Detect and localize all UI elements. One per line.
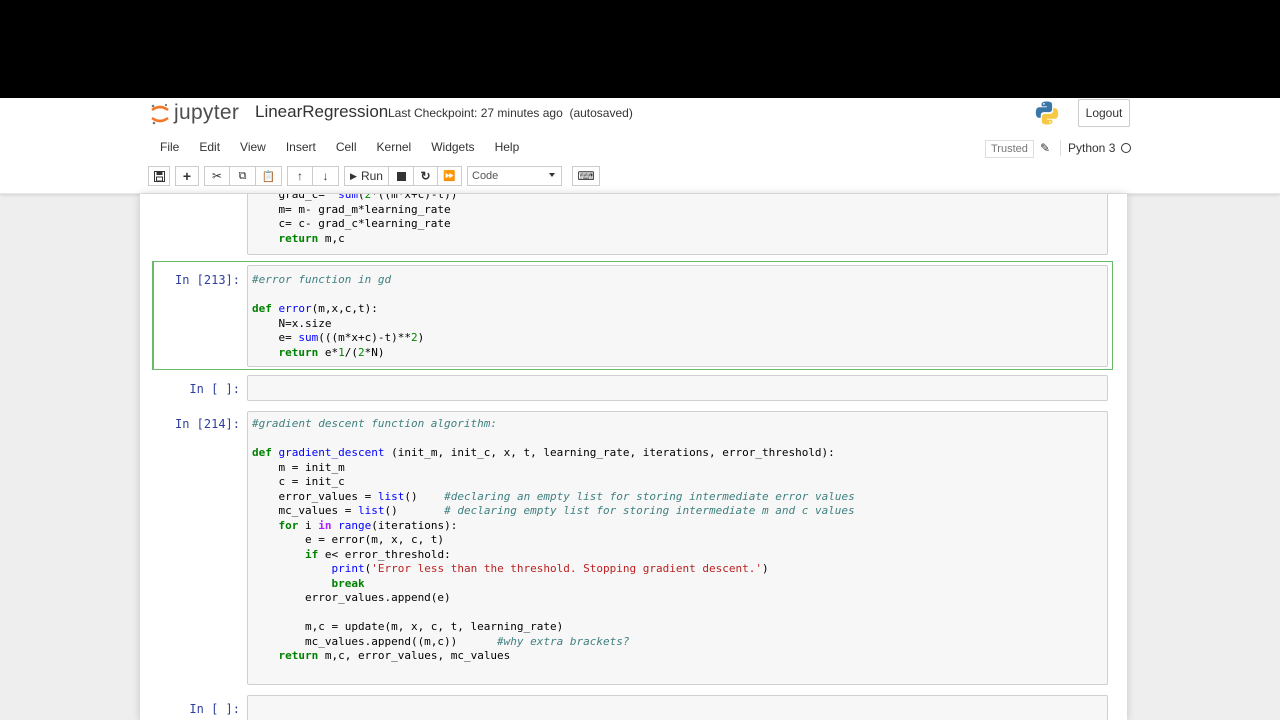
move-up-button[interactable]: ↑ bbox=[287, 166, 313, 186]
code-line: break bbox=[331, 576, 365, 590]
cell-prompt: In [ ]: bbox=[189, 382, 240, 396]
logout-button[interactable]: Logout bbox=[1078, 99, 1130, 127]
kernel-indicator[interactable]: Python 3 bbox=[1060, 140, 1132, 156]
code-line: m= m- grad_m*learning_rate bbox=[252, 202, 451, 216]
cut-button[interactable]: ✂ bbox=[204, 166, 230, 186]
copy-button[interactable]: ⧉ bbox=[230, 166, 256, 186]
cell-input[interactable] bbox=[247, 375, 1108, 401]
code-line bbox=[248, 432, 1107, 447]
checkpoint-status: Last Checkpoint: 27 minutes ago (autosav… bbox=[388, 106, 633, 120]
code-line: print('Error less than the threshold. St… bbox=[331, 562, 769, 575]
cell-input[interactable]: #gradient descent function algorithm: de… bbox=[247, 411, 1108, 685]
arrow-up-icon: ↑ bbox=[297, 169, 303, 183]
code-line: for i in range(iterations): bbox=[278, 518, 458, 532]
code-line: mc_values.append((m,c)) #why extra brack… bbox=[252, 634, 630, 648]
cell-input[interactable]: #error function in gd def error(m,x,c,t)… bbox=[247, 265, 1108, 367]
paste-button[interactable]: 📋 bbox=[256, 166, 282, 186]
python-logo-icon bbox=[1034, 100, 1060, 126]
notebook-container: grad_c= sum(2*((m*x+c)-t)) m= m- grad_m*… bbox=[140, 194, 1127, 720]
code-line: mc_values = list() # declaring empty lis… bbox=[252, 504, 855, 517]
menu-kernel[interactable]: Kernel bbox=[367, 137, 422, 159]
cell-input[interactable] bbox=[247, 695, 1108, 720]
code-line: return e*1/(2*N) bbox=[278, 345, 385, 359]
restart-button[interactable]: ↻ bbox=[414, 166, 438, 186]
stop-icon bbox=[396, 171, 406, 181]
code-line: #error function in gd bbox=[252, 273, 392, 286]
checkpoint-text: Last Checkpoint: 27 minutes ago bbox=[388, 106, 563, 120]
cell-type-select[interactable]: Code bbox=[467, 166, 562, 186]
restart-run-all-button[interactable]: ⏩ bbox=[438, 166, 462, 186]
code-line bbox=[248, 606, 1107, 621]
code-line: e= sum(((m*x+c)-t)**2) bbox=[252, 331, 425, 344]
code-line: #gradient descent function algorithm: bbox=[252, 417, 498, 430]
notebook-name[interactable]: LinearRegression bbox=[255, 102, 388, 122]
menu-widgets[interactable]: Widgets bbox=[421, 137, 484, 159]
fast-forward-icon: ⏩ bbox=[443, 170, 456, 182]
chevron-down-icon bbox=[549, 173, 555, 177]
code-line: if e< error_threshold: bbox=[304, 547, 451, 561]
plus-icon: + bbox=[182, 168, 192, 184]
command-palette-button[interactable]: ⌨ bbox=[572, 166, 600, 186]
menu-file[interactable]: File bbox=[150, 137, 189, 159]
keyboard-icon: ⌨ bbox=[577, 169, 595, 183]
code-line: N=x.size bbox=[252, 316, 332, 330]
code-line: c= c- grad_c*learning_rate bbox=[252, 217, 451, 230]
cell-prompt: In [ ]: bbox=[189, 702, 240, 716]
trusted-indicator[interactable]: Trusted bbox=[985, 140, 1034, 158]
copy-icon: ⧉ bbox=[238, 169, 247, 182]
code-line: error_values.append(e) bbox=[252, 591, 451, 604]
code-line: return m,c bbox=[278, 231, 345, 245]
pencil-icon[interactable]: ✎ bbox=[1040, 141, 1050, 155]
code-line: c = init_c bbox=[252, 475, 345, 488]
code-line: def error(m,x,c,t): bbox=[252, 302, 378, 315]
kernel-name: Python 3 bbox=[1068, 141, 1116, 155]
menubar: File Edit View Insert Cell Kernel Widget… bbox=[150, 137, 529, 159]
menu-insert[interactable]: Insert bbox=[276, 137, 326, 159]
cut-icon: ✂ bbox=[211, 169, 223, 183]
menu-view[interactable]: View bbox=[230, 137, 276, 159]
arrow-down-icon: ↓ bbox=[322, 169, 329, 183]
code-line: e = error(m, x, c, t) bbox=[252, 533, 445, 546]
restart-icon: ↻ bbox=[420, 169, 431, 183]
kernel-idle-icon bbox=[1121, 143, 1132, 153]
code-line bbox=[248, 288, 1107, 303]
logo-text: jupyter bbox=[174, 101, 240, 124]
interrupt-button[interactable] bbox=[389, 166, 414, 186]
paste-icon: 📋 bbox=[261, 170, 276, 183]
cell-prompt: In [213]: bbox=[174, 273, 240, 287]
menu-edit[interactable]: Edit bbox=[189, 137, 230, 159]
code-line: m = init_m bbox=[252, 460, 345, 474]
autosaved-text: (autosaved) bbox=[569, 106, 633, 120]
save-button[interactable] bbox=[148, 166, 170, 186]
run-label: Run bbox=[360, 169, 383, 183]
code-line: error_values = list() #declaring an empt… bbox=[252, 489, 855, 503]
insert-cell-button[interactable]: + bbox=[175, 166, 199, 186]
run-icon: ▶︎ bbox=[350, 170, 357, 181]
menu-cell[interactable]: Cell bbox=[326, 137, 367, 159]
cell-input[interactable]: grad_c= sum(2*((m*x+c)-t)) m= m- grad_m*… bbox=[247, 194, 1108, 255]
code-line: m,c = update(m, x, c, t, learning_rate) bbox=[252, 620, 564, 633]
menu-help[interactable]: Help bbox=[485, 137, 530, 159]
black-top-bar bbox=[0, 0, 1280, 98]
move-down-button[interactable]: ↓ bbox=[313, 166, 339, 186]
code-line: return m,c, error_values, mc_values bbox=[278, 649, 511, 662]
jupyter-logo[interactable]: jupyter bbox=[150, 101, 239, 125]
cell-prompt: In [214]: bbox=[174, 417, 240, 431]
code-line: grad_c= sum(2*((m*x+c)-t)) bbox=[252, 194, 458, 201]
save-icon bbox=[153, 170, 165, 182]
cell-type-value: Code bbox=[472, 170, 499, 182]
code-line: def gradient_descent (init_m, init_c, x,… bbox=[252, 446, 835, 459]
run-button[interactable]: ▶︎ Run bbox=[344, 166, 389, 186]
jupyter-logo-icon bbox=[150, 103, 170, 125]
toolbar: + ✂ ⧉ 📋 ↑ ↓ ▶︎ Run ↻ ⏩ Code ⌨ bbox=[148, 166, 605, 188]
